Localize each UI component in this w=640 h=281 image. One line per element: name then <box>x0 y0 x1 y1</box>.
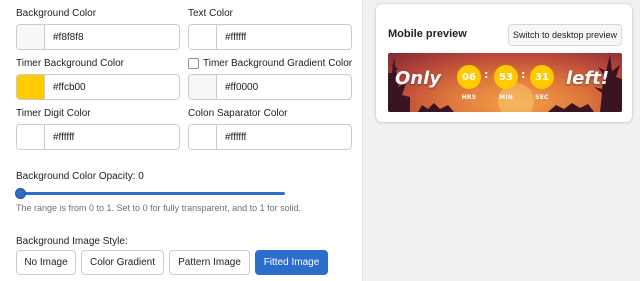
timer-digit-color-field[interactable]: #ffffff <box>16 124 180 150</box>
gradient-color-checkbox[interactable] <box>188 58 199 69</box>
timer-background-color-field[interactable]: #ffcb00 <box>16 74 180 100</box>
colon-separator-color-field[interactable]: #ffffff <box>188 124 352 150</box>
mobile-preview-card: Mobile preview Switch to desktop preview… <box>376 4 632 122</box>
background-color-field[interactable]: #f8f8f8 <box>16 24 180 50</box>
minutes-digits: 53 <box>494 65 518 89</box>
color-gradient-button[interactable]: Color Gradient <box>81 250 164 275</box>
colon-separator-color-swatch[interactable] <box>189 125 217 149</box>
timer-background-color-value[interactable]: #ffcb00 <box>45 75 86 99</box>
settings-panel: Background Color #f8f8f8 Text Color #fff… <box>0 0 362 281</box>
colon-separator: : <box>484 68 489 81</box>
background-color-value[interactable]: #f8f8f8 <box>45 25 84 49</box>
colon-separator-color-label: Colon Saparator Color <box>188 108 288 119</box>
panel-divider <box>362 0 363 281</box>
image-style-label: Background Image Style: <box>16 236 128 247</box>
opacity-label: Background Color Opacity: 0 <box>16 171 144 182</box>
hours-digits: 06 <box>457 65 481 89</box>
no-image-button[interactable]: No Image <box>16 250 76 275</box>
timer-digit-color-value[interactable]: #ffffff <box>45 125 74 149</box>
colon-separator-color-value[interactable]: #ffffff <box>217 125 246 149</box>
countdown-banner: Only 06 : 53 : 31 HRS MIN SEC left! <box>388 53 622 112</box>
preview-title: Mobile preview <box>388 28 467 40</box>
timer-gradient-color-value[interactable]: #ff0000 <box>217 75 258 99</box>
timer-digit-color-label: Timer Digit Color <box>16 108 91 119</box>
pattern-image-button[interactable]: Pattern Image <box>169 250 250 275</box>
timer-gradient-color-field[interactable]: #ff0000 <box>188 74 352 100</box>
text-color-label: Text Color <box>188 8 234 19</box>
text-color-field[interactable]: #ffffff <box>188 24 352 50</box>
timer-background-color-label: Timer Background Color <box>16 58 125 69</box>
timer-background-color-swatch[interactable] <box>17 75 45 99</box>
banner-text-before: Only <box>395 68 442 89</box>
switch-to-desktop-button[interactable]: Switch to desktop preview <box>508 24 622 46</box>
opacity-slider-thumb[interactable] <box>15 188 26 199</box>
text-color-value[interactable]: #ffffff <box>217 25 246 49</box>
seconds-unit: SEC <box>535 94 549 101</box>
opacity-slider-track[interactable] <box>17 192 285 195</box>
minutes-unit: MIN <box>498 94 514 101</box>
background-color-swatch[interactable] <box>17 25 45 49</box>
colon-separator: : <box>521 68 526 81</box>
hours-unit: HRS <box>461 94 477 101</box>
seconds-digits: 31 <box>530 65 554 89</box>
text-color-swatch[interactable] <box>189 25 217 49</box>
timer-digit-color-swatch[interactable] <box>17 125 45 149</box>
timer-gradient-color-label: Timer Background Gradient Color <box>203 58 353 69</box>
fitted-image-button[interactable]: Fitted Image <box>255 250 328 275</box>
timer-gradient-color-swatch[interactable] <box>189 75 217 99</box>
banner-text-after: left! <box>566 68 610 89</box>
opacity-help-text: The range is from 0 to 1. Set to 0 for f… <box>16 203 302 213</box>
background-color-label: Background Color <box>16 8 97 19</box>
